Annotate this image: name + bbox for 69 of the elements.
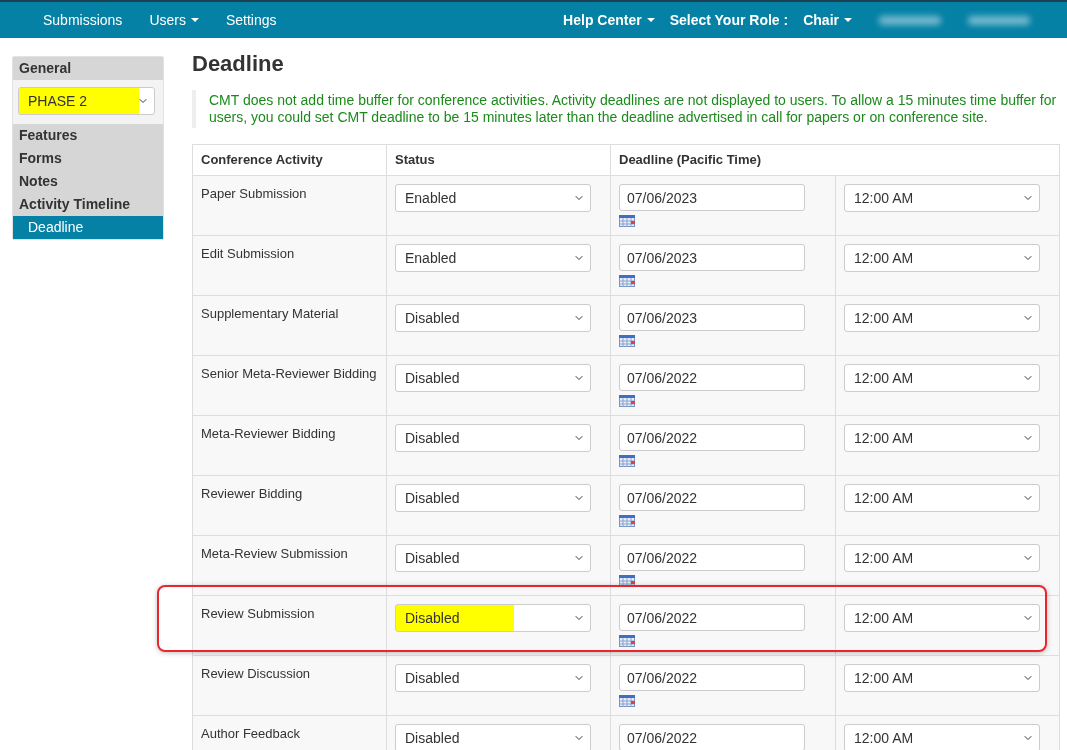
activity-name: Meta-Reviewer Bidding	[201, 425, 336, 442]
calendar-icon[interactable]	[619, 635, 635, 647]
status-select[interactable]: Disabled	[395, 724, 591, 750]
sidebar-item[interactable]: General	[13, 57, 163, 80]
activity-name: Senior Meta-Reviewer Bidding	[201, 365, 377, 382]
time-select[interactable]: 12:00 AM	[844, 664, 1040, 692]
status-select[interactable]: Enabled	[395, 244, 591, 272]
date-field[interactable]: 07/06/2022	[619, 484, 805, 511]
date-field[interactable]: 07/06/2022	[619, 724, 805, 750]
activity-name: Paper Submission	[201, 185, 307, 202]
status-select[interactable]: Enabled	[395, 184, 591, 212]
time-select[interactable]: 12:00 AM	[844, 484, 1040, 512]
info-note: CMT does not add time buffer for conference activities. Activity deadlines are not displayed to users. To allow a 15 minutes time buffer for users, you could set CMT deadline to be 15 minutes later than the deadline advertised in call for papers or on conference site.	[192, 90, 1059, 128]
time-select[interactable]: 12:00 AM	[844, 184, 1040, 212]
date-field[interactable]: 07/06/2023	[619, 244, 805, 271]
column-header: Deadline (Pacific Time)	[610, 144, 1060, 176]
sidebar-item[interactable]: Forms	[13, 147, 163, 170]
status-select[interactable]: Disabled	[395, 304, 591, 332]
nav-link[interactable]: Help Center	[563, 9, 655, 31]
calendar-icon[interactable]	[619, 455, 635, 467]
date-field[interactable]: 07/06/2022	[619, 544, 805, 571]
time-select[interactable]: 12:00 AM	[844, 244, 1040, 272]
activity-name: Meta-Review Submission	[201, 545, 348, 562]
status-select[interactable]: Disabled	[395, 364, 591, 392]
activity-name: Reviewer Bidding	[201, 485, 303, 502]
activity-name: Review Submission	[201, 605, 315, 622]
sidebar-item[interactable]: Deadline	[13, 216, 163, 239]
sidebar-item[interactable]: Notes	[13, 170, 163, 193]
time-select[interactable]: 12:00 AM	[844, 304, 1040, 332]
date-field[interactable]: 07/06/2023	[619, 304, 805, 331]
date-field[interactable]: 07/06/2023	[619, 184, 805, 211]
calendar-icon[interactable]	[619, 275, 635, 287]
status-select[interactable]: Disabled	[395, 484, 591, 512]
nav-link[interactable]: Users	[149, 9, 199, 31]
date-field[interactable]: 07/06/2022	[619, 604, 805, 631]
column-header: Status	[386, 144, 611, 176]
status-select[interactable]: Disabled	[395, 604, 591, 632]
time-select[interactable]: 12:00 AM	[844, 544, 1040, 572]
activity-name: Author Feedback	[201, 725, 300, 742]
calendar-icon[interactable]	[619, 575, 635, 587]
calendar-icon[interactable]	[619, 695, 635, 707]
status-select[interactable]: Disabled	[395, 544, 591, 572]
nav-link[interactable]: Chair	[803, 9, 852, 31]
time-select[interactable]: 12:00 AM	[844, 604, 1040, 632]
time-select[interactable]: 12:00 AM	[844, 364, 1040, 392]
sidebar-item[interactable]: Activity Timeline	[13, 193, 163, 216]
time-select[interactable]: 12:00 AM	[844, 424, 1040, 452]
status-select[interactable]: Disabled	[395, 424, 591, 452]
blurred-text	[968, 15, 1030, 25]
column-header: Conference Activity	[192, 144, 387, 176]
activity-name: Supplementary Material	[201, 305, 339, 322]
nav-link[interactable]: Settings	[225, 9, 277, 31]
sidebar-item[interactable]: Features	[13, 124, 163, 147]
date-field[interactable]: 07/06/2022	[619, 364, 805, 391]
status-select[interactable]: Disabled	[395, 664, 591, 692]
page-title: Deadline	[192, 51, 285, 77]
activity-name: Edit Submission	[201, 245, 295, 262]
nav-link[interactable]: Submissions	[43, 9, 123, 31]
date-field[interactable]: 07/06/2022	[619, 664, 805, 691]
calendar-icon[interactable]	[619, 515, 635, 527]
role-label: Select Your Role :	[669, 10, 789, 30]
blurred-text	[879, 15, 941, 25]
calendar-icon[interactable]	[619, 395, 635, 407]
date-field[interactable]: 07/06/2022	[619, 424, 805, 451]
phase-select[interactable]: PHASE 2	[18, 87, 155, 115]
time-select[interactable]: 12:00 AM	[844, 724, 1040, 750]
calendar-icon[interactable]	[619, 335, 635, 347]
activity-name: Review Discussion	[201, 665, 311, 682]
calendar-icon[interactable]	[619, 215, 635, 227]
